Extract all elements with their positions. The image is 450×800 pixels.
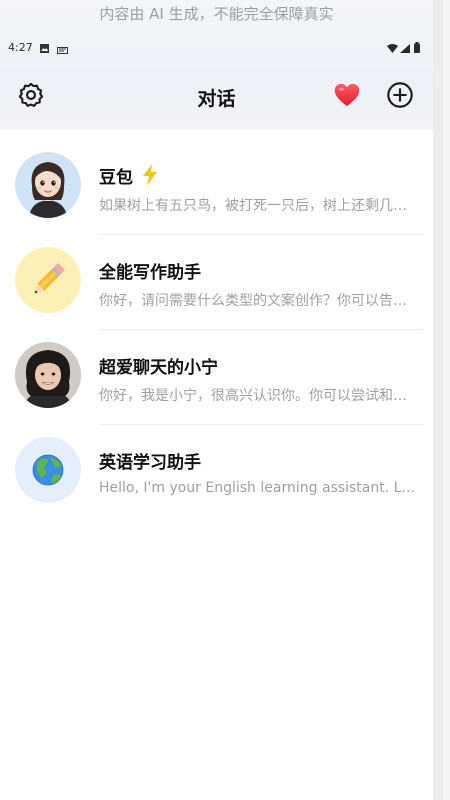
heart-icon (334, 83, 360, 107)
conversation-preview: 如果树上有五只鸟，被打死一只后，树上还剩几只鸟？ (99, 198, 417, 214)
conversation-preview: 你好，我是小宁，很高兴认识你。你可以尝试和我聊天 (99, 388, 417, 404)
conversation-name: 超爱聊天的小宁 (99, 358, 218, 378)
app-notification-icon (57, 44, 68, 57)
conversation-item-doubao[interactable]: 豆包 如果树上有五只鸟，被打死一只后，树上还剩几只鸟？ (0, 140, 433, 235)
conversation-name: 全能写作助手 (99, 263, 201, 283)
conversation-name: 英语学习助手 (99, 453, 201, 473)
header: 对话 (0, 72, 433, 118)
new-chat-button[interactable] (386, 81, 414, 109)
conversation-item-writing[interactable]: 全能写作助手 你好，请问需要什么类型的文案创作？你可以告诉我 (0, 235, 433, 330)
conversation-preview: Hello, I'm your English learning assista… (99, 480, 417, 496)
ai-notice: 内容由 AI 生成，不能完全保障真实 (99, 5, 334, 23)
page-title: 对话 (197, 88, 236, 110)
pencil-icon (15, 247, 81, 313)
app-screen: 内容由 AI 生成，不能完全保障真实 4:27 对话 豆包 如果树上有五只鸟，被… (0, 0, 433, 800)
status-time: 4:27 (8, 41, 33, 54)
lightning-icon (141, 164, 159, 190)
status-bar: 4:27 (0, 38, 433, 58)
girl-avatar-icon (15, 152, 81, 218)
signal-icon (400, 43, 410, 56)
globe-icon (15, 437, 81, 503)
favorites-button[interactable] (333, 81, 361, 109)
conversation-name: 豆包 (99, 168, 133, 188)
battery-icon (414, 42, 420, 56)
top-area: 内容由 AI 生成，不能完全保障真实 4:27 对话 (0, 0, 433, 130)
woman-photo-avatar (15, 342, 81, 408)
image-notification-icon (40, 43, 49, 56)
conversation-preview: 你好，请问需要什么类型的文案创作？你可以告诉我 (99, 293, 417, 309)
wifi-icon (387, 43, 398, 56)
scrollbar-track (443, 0, 450, 800)
conversation-item-xiaoning[interactable]: 超爱聊天的小宁 你好，我是小宁，很高兴认识你。你可以尝试和我聊天 (0, 330, 433, 425)
plus-circle-icon (387, 82, 413, 108)
conversation-list: 豆包 如果树上有五只鸟，被打死一只后，树上还剩几只鸟？ 全能写作助手 你好，请问… (0, 140, 433, 520)
conversation-item-english[interactable]: 英语学习助手 Hello, I'm your English learning … (0, 425, 433, 520)
